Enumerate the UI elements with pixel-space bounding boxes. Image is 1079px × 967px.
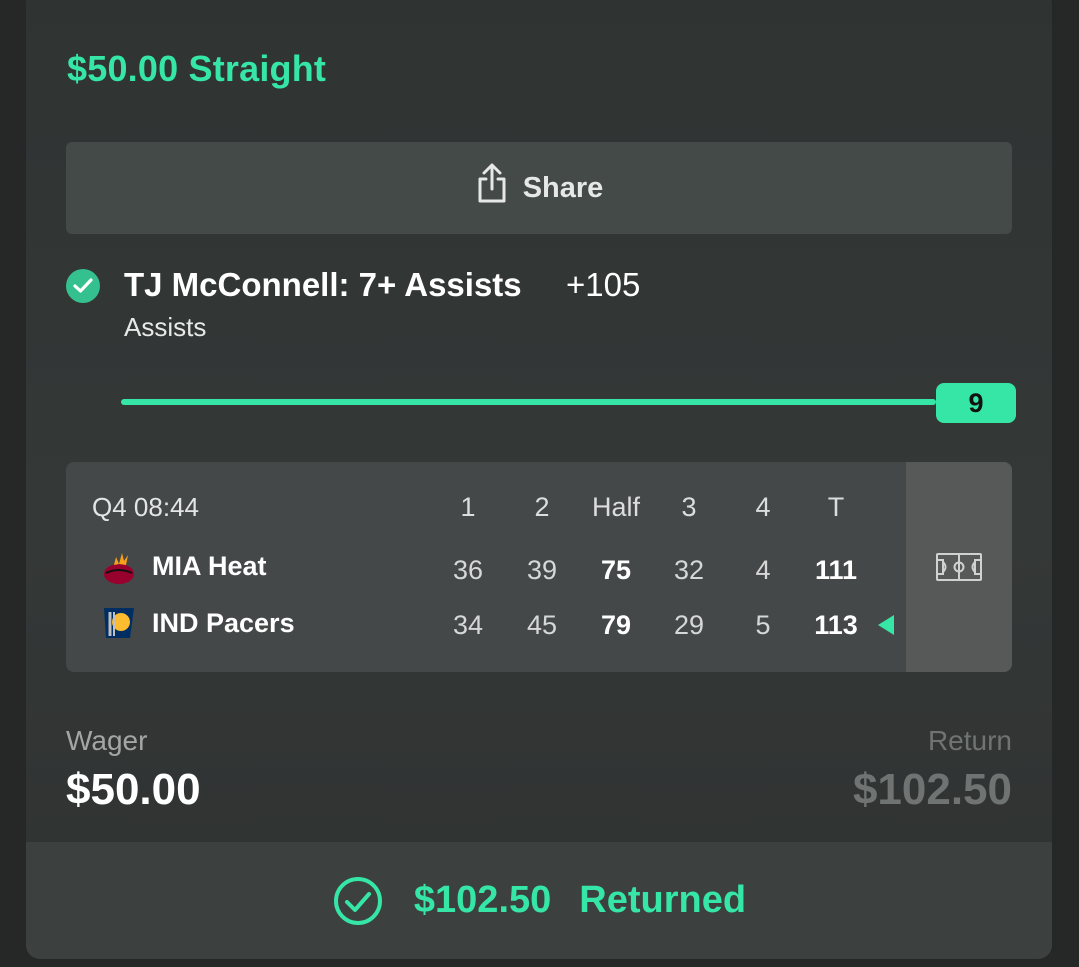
- return-value: $102.50: [852, 765, 1012, 814]
- score-cell: 29: [673, 610, 705, 640]
- progress-value-badge: 9: [936, 383, 1016, 423]
- basketball-court-icon: [936, 553, 982, 581]
- indiana-pacers-logo-icon: [100, 604, 138, 642]
- check-circle-outline-icon: [333, 876, 382, 925]
- header-half: Half: [591, 492, 640, 522]
- game-clock: Q4 08:44: [92, 492, 199, 522]
- header-q2: 2: [534, 492, 550, 522]
- share-icon: [475, 163, 509, 213]
- progress-fill: [121, 399, 936, 405]
- leg-market: Assists: [124, 312, 207, 342]
- bet-card: $50.00 Straight Share TJ McConnell: 7+ A…: [26, 0, 1052, 959]
- returned-label: Returned: [579, 879, 747, 921]
- header-total: T: [827, 492, 845, 522]
- returned-status-bar: $102.50 Returned: [26, 842, 1052, 959]
- share-button[interactable]: Share: [66, 142, 1012, 234]
- progress-bar: [121, 399, 936, 405]
- bet-title: $50.00 Straight: [67, 48, 327, 89]
- returned-amount: $102.50: [413, 879, 552, 921]
- score-cell: 34: [452, 610, 484, 640]
- scoreboard: Q4 08:44 1 2 Half 3 4 T MIA Heat 36 39 7…: [66, 462, 1012, 672]
- leg-title: TJ McConnell: 7+ Assists: [124, 266, 522, 303]
- score-cell: 36: [452, 555, 484, 585]
- return-label: Return: [927, 725, 1012, 756]
- winner-indicator-icon: [878, 615, 894, 635]
- share-label: Share: [522, 171, 604, 204]
- header-q4: 4: [755, 492, 771, 522]
- wager-label: Wager: [66, 725, 148, 756]
- score-cell-total: 113: [814, 610, 858, 640]
- wager-value: $50.00: [66, 765, 201, 814]
- score-cell-half: 79: [600, 610, 632, 640]
- score-cell-total: 111: [814, 555, 858, 585]
- leg-odds: +105: [566, 266, 641, 303]
- score-cell: 5: [755, 610, 771, 640]
- court-view-button[interactable]: [906, 462, 1012, 672]
- header-q1: 1: [460, 492, 476, 522]
- score-cell: 45: [526, 610, 558, 640]
- score-cell: 39: [526, 555, 558, 585]
- team-name-mia: MIA Heat: [152, 551, 267, 581]
- score-cell: 32: [673, 555, 705, 585]
- score-cell: 4: [755, 555, 771, 585]
- score-cell-half: 75: [600, 555, 632, 585]
- header-q3: 3: [681, 492, 697, 522]
- team-name-ind: IND Pacers: [152, 608, 295, 638]
- check-circle-icon: [66, 269, 100, 303]
- miami-heat-logo-icon: [100, 549, 138, 587]
